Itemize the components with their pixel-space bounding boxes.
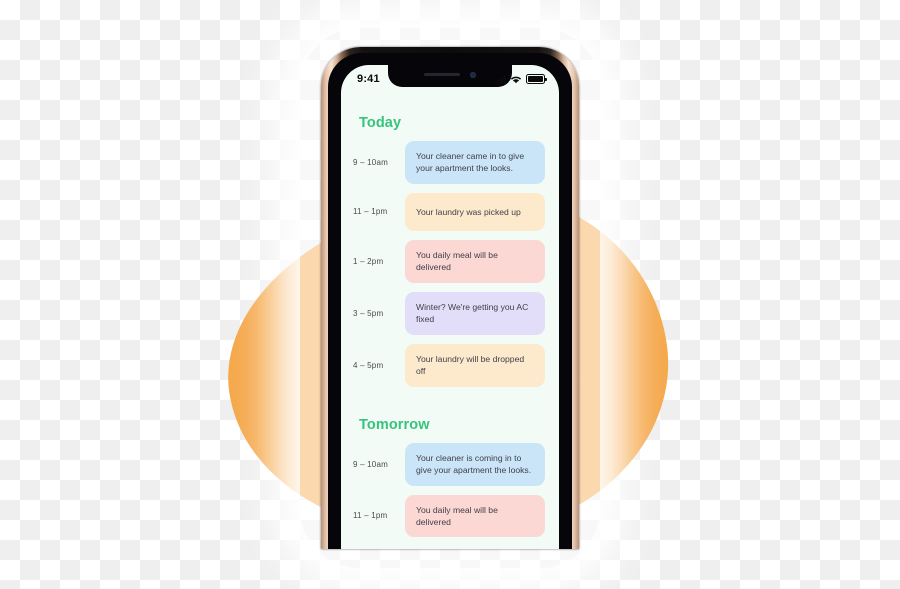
phone-screen: 9:41 Today 9 – 10am Your cleaner came in… bbox=[341, 65, 559, 549]
cellular-signal-icon bbox=[495, 74, 506, 84]
battery-icon bbox=[526, 74, 547, 84]
event-card[interactable]: Your laundry will be dropped off bbox=[405, 343, 545, 387]
phone-mockup: 9:41 Today 9 – 10am Your cleaner came in… bbox=[321, 47, 579, 549]
event-time: 1 – 2pm bbox=[353, 256, 384, 266]
status-bar-icons bbox=[495, 74, 547, 84]
list-item[interactable]: 11 – 1pm Your laundry was picked up bbox=[353, 192, 545, 231]
status-bar-time: 9:41 bbox=[357, 73, 380, 85]
event-card[interactable]: Your cleaner came in to give your apartm… bbox=[405, 141, 545, 184]
event-card[interactable]: Winter? We're getting you AC fixed bbox=[405, 291, 545, 335]
event-time: 9 – 10am bbox=[353, 459, 388, 469]
event-card[interactable]: Your laundry was picked up bbox=[405, 192, 545, 231]
wifi-icon bbox=[510, 75, 522, 84]
list-item[interactable]: 9 – 10am Your cleaner is coming in to gi… bbox=[353, 442, 545, 486]
event-card[interactable]: Your cleaner is coming in to give your a… bbox=[405, 442, 545, 486]
section-title-today: Today bbox=[359, 115, 402, 131]
event-time: 11 – 1pm bbox=[353, 207, 388, 217]
list-item[interactable]: 9 – 10am Your cleaner came in to give yo… bbox=[353, 141, 545, 184]
event-time: 4 – 5pm bbox=[353, 360, 384, 370]
status-bar: 9:41 bbox=[341, 65, 559, 91]
schedule-list: Today 9 – 10am Your cleaner came in to g… bbox=[341, 91, 559, 538]
event-card[interactable]: You daily meal will be delivered bbox=[405, 494, 545, 538]
list-item[interactable]: 11 – 1pm You daily meal will be delivere… bbox=[353, 494, 545, 538]
event-time: 11 – 1pm bbox=[353, 511, 388, 521]
list-item[interactable]: 1 – 2pm You daily meal will be delivered bbox=[353, 239, 545, 283]
section-title-tomorrow: Tomorrow bbox=[359, 416, 430, 433]
phone-bezel: 9:41 Today 9 – 10am Your cleaner came in… bbox=[328, 53, 572, 549]
list-item[interactable]: 3 – 5pm Winter? We're getting you AC fix… bbox=[353, 291, 545, 335]
event-time: 3 – 5pm bbox=[353, 308, 384, 318]
event-card[interactable]: You daily meal will be delivered bbox=[405, 239, 545, 283]
list-item[interactable]: 4 – 5pm Your laundry will be dropped off bbox=[353, 343, 545, 387]
event-time: 9 – 10am bbox=[353, 157, 388, 167]
